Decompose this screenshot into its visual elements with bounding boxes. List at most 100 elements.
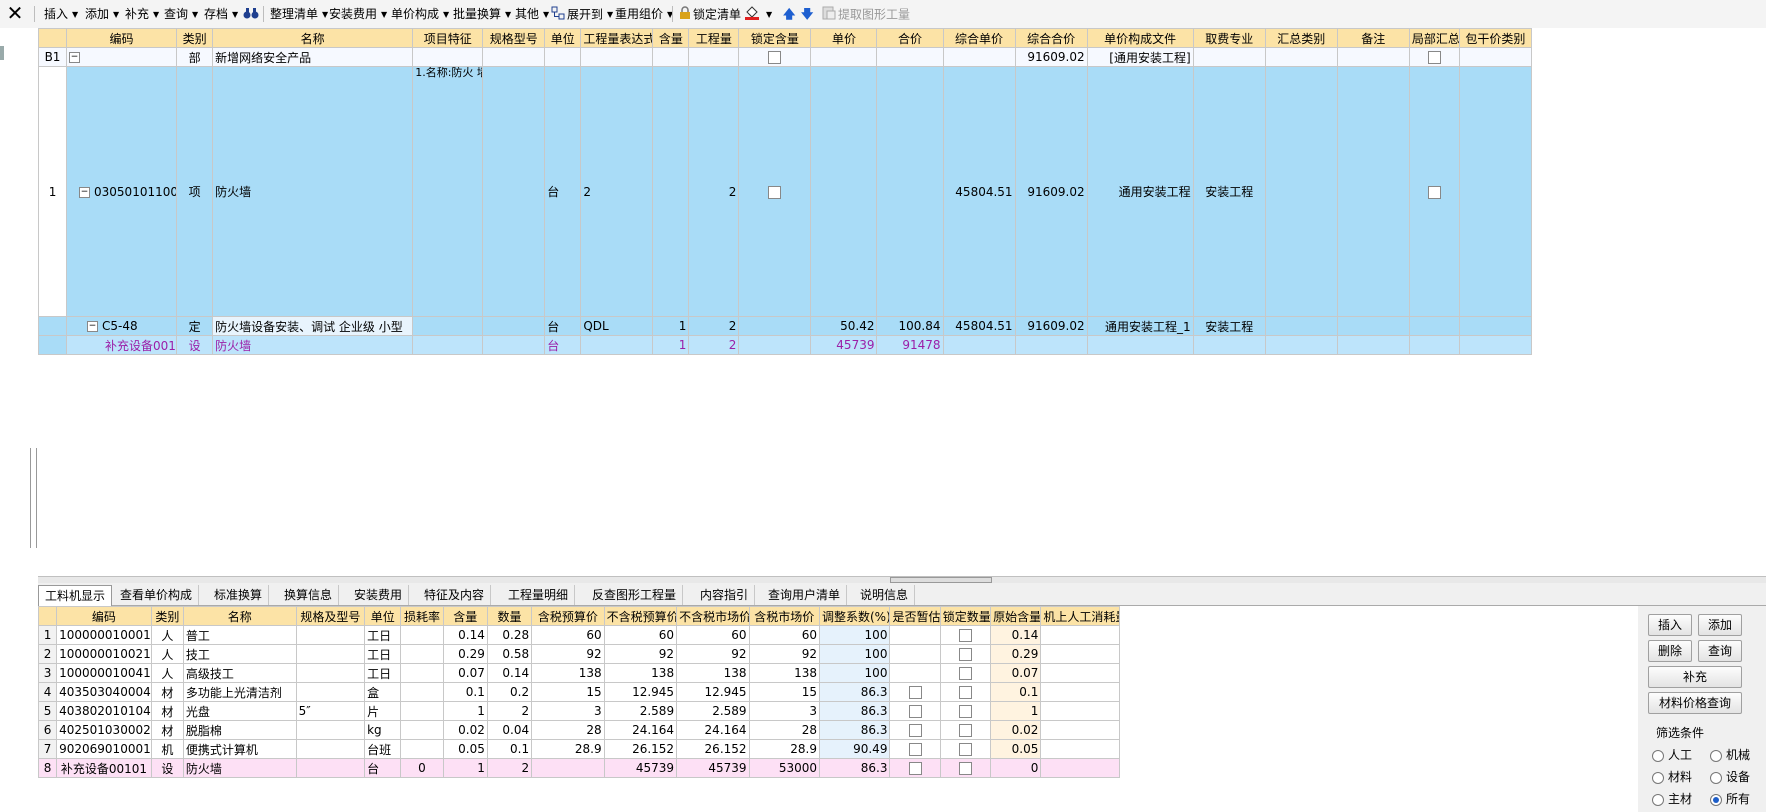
lock-qty-cell[interactable]: [939, 720, 992, 740]
content-cell[interactable]: 0.1: [442, 682, 488, 702]
is-estimate-cell[interactable]: [889, 663, 941, 683]
name-cell[interactable]: 防火墙: [182, 758, 297, 778]
tax-market-price-cell[interactable]: 138: [748, 663, 821, 683]
lock-qty-cell[interactable]: [939, 758, 992, 778]
column-header[interactable]: 机上人工消耗量: [1040, 606, 1120, 626]
notax-budget-price-cell[interactable]: 92: [603, 644, 678, 664]
price-file-cell[interactable]: [通用安装工程]: [1086, 47, 1194, 67]
code-cell[interactable]: 402501030002: [56, 720, 152, 740]
loss-rate-cell[interactable]: 0: [400, 758, 444, 778]
unit-cell[interactable]: kg: [364, 720, 402, 740]
summary-category-cell[interactable]: [1264, 47, 1338, 67]
column-header[interactable]: 调整系数(%): [818, 606, 891, 626]
expr-cell[interactable]: 2: [580, 66, 654, 317]
original-content-cell[interactable]: 0.29: [990, 644, 1042, 664]
query-menu[interactable]: 查询 ▼: [164, 6, 198, 22]
code-cell[interactable]: 100000010021: [56, 644, 152, 664]
column-header[interactable]: 类别: [176, 28, 214, 48]
lump-sum-cell[interactable]: [1458, 66, 1533, 317]
total-cell[interactable]: 91478: [876, 335, 944, 355]
lock-content-cell[interactable]: [738, 66, 812, 317]
lock-qty-cell[interactable]: [939, 644, 992, 664]
content-cell[interactable]: [652, 47, 690, 67]
spec-cell[interactable]: [295, 758, 366, 778]
column-header[interactable]: 不含税市场价: [676, 606, 750, 626]
code-cell[interactable]: −: [66, 47, 178, 67]
insert-menu[interactable]: 插入 ▼: [44, 6, 78, 22]
adjust-factor-cell[interactable]: 86.3: [818, 758, 891, 778]
tab-materials-display[interactable]: 工料机显示: [38, 585, 113, 606]
expand-to-menu[interactable]: 展开到 ▼: [551, 6, 613, 22]
type-cell[interactable]: 材: [150, 701, 184, 721]
is-estimate-cell[interactable]: [889, 720, 941, 740]
qty-cell[interactable]: 2: [688, 316, 740, 336]
column-header[interactable]: 编码: [66, 28, 178, 48]
name-cell[interactable]: 高级技工: [182, 663, 297, 683]
expr-cell[interactable]: QDL: [580, 316, 654, 336]
feature-cell[interactable]: [412, 47, 484, 67]
close-icon[interactable]: ✕: [4, 2, 26, 24]
price-file-cell[interactable]: 通用安装工程_1: [1086, 316, 1194, 336]
move-up-button[interactable]: 🡅: [783, 6, 795, 22]
comp-price-cell[interactable]: 45804.51: [942, 316, 1016, 336]
is-estimate-cell[interactable]: [889, 758, 941, 778]
content-cell[interactable]: 0.07: [442, 663, 488, 683]
unit-cell[interactable]: 盒: [364, 682, 402, 702]
lock-qty-cell[interactable]: [939, 625, 992, 645]
notax-market-price-cell[interactable]: 60: [676, 625, 750, 645]
adjust-factor-cell[interactable]: 86.3: [818, 701, 891, 721]
content-cell[interactable]: 1: [652, 316, 690, 336]
table-row[interactable]: 1 100000010001 人普工 工日 0.14 0.28 60 60 60 60 100 0.1…: [38, 625, 1120, 645]
query-button[interactable]: 查询: [1698, 640, 1742, 662]
type-cell[interactable]: 人: [150, 644, 184, 664]
organize-list-menu[interactable]: 整理清单 ▼: [270, 6, 328, 22]
comp-total-cell[interactable]: 91609.02: [1014, 66, 1088, 317]
qty-cell[interactable]: 0.58: [486, 644, 533, 664]
content-cell[interactable]: 0.05: [442, 739, 488, 759]
column-header[interactable]: 编码: [56, 606, 152, 626]
material-price-query-button[interactable]: 材料价格查询: [1648, 692, 1742, 714]
name-cell[interactable]: 光盘: [182, 701, 297, 721]
spec-cell[interactable]: 5″: [295, 701, 366, 721]
spec-cell[interactable]: [295, 644, 366, 664]
add-button[interactable]: 添加: [1698, 614, 1742, 636]
remark-cell[interactable]: [1336, 66, 1410, 317]
remark-cell[interactable]: [1336, 47, 1410, 67]
lock-qty-cell[interactable]: [939, 682, 992, 702]
name-cell[interactable]: 防火墙设备安装、调试 企业级 小型: [212, 316, 414, 336]
resize-handle[interactable]: [30, 448, 37, 548]
table-row[interactable]: 5 403802010104 材光盘 5″ 片 1 2 3 2.589 2.589 3 86.3 1: [38, 701, 1120, 721]
type-cell[interactable]: 机: [150, 739, 184, 759]
tax-budget-price-cell[interactable]: 28: [531, 720, 605, 740]
tax-market-price-cell[interactable]: 28: [748, 720, 821, 740]
is-estimate-checkbox[interactable]: [908, 724, 922, 737]
table-row[interactable]: 1 −030501011002 项 防火墙 1.名称:防火 墙 2.型号:cis…: [38, 66, 1533, 317]
notax-budget-price-cell[interactable]: 45739: [603, 758, 678, 778]
table-row[interactable]: − C5-48 定 防火墙设备安装、调试 企业级 小型 台 QDL 1 2 50.…: [38, 316, 1533, 336]
lock-qty-cell[interactable]: [939, 739, 992, 759]
loss-rate-cell[interactable]: [400, 663, 444, 683]
machine-labor-cell[interactable]: [1040, 625, 1120, 645]
comp-total-cell[interactable]: 91609.02: [1014, 47, 1088, 67]
filter-labor[interactable]: 人工: [1652, 746, 1692, 763]
filter-all[interactable]: 所有: [1710, 790, 1750, 807]
column-header[interactable]: 工程量: [688, 28, 740, 48]
is-estimate-checkbox[interactable]: [908, 743, 922, 756]
code-cell[interactable]: − C5-48: [66, 316, 178, 336]
is-estimate-cell[interactable]: [889, 644, 941, 664]
table-row[interactable]: B1 − 部 新增网络安全产品 91609.02 [通用安装工程]: [38, 47, 1533, 67]
comp-total-cell[interactable]: [1014, 335, 1088, 355]
qty-cell[interactable]: 0.04: [486, 720, 533, 740]
specialty-cell[interactable]: [1192, 47, 1266, 67]
tax-market-price-cell[interactable]: 15: [748, 682, 821, 702]
tab-quantity-detail[interactable]: 工程量明细: [502, 585, 576, 605]
tab-query-user-list[interactable]: 查询用户清单: [762, 585, 848, 605]
lump-sum-cell[interactable]: [1458, 316, 1533, 336]
supplement-menu[interactable]: 补充 ▼: [125, 6, 159, 22]
column-header[interactable]: 名称: [212, 28, 414, 48]
tax-market-price-cell[interactable]: 53000: [748, 758, 821, 778]
archive-menu[interactable]: 存档 ▼: [204, 6, 238, 22]
code-cell[interactable]: 403503040004: [56, 682, 152, 702]
tax-market-price-cell[interactable]: 92: [748, 644, 821, 664]
lock-content-cell[interactable]: [738, 47, 812, 67]
